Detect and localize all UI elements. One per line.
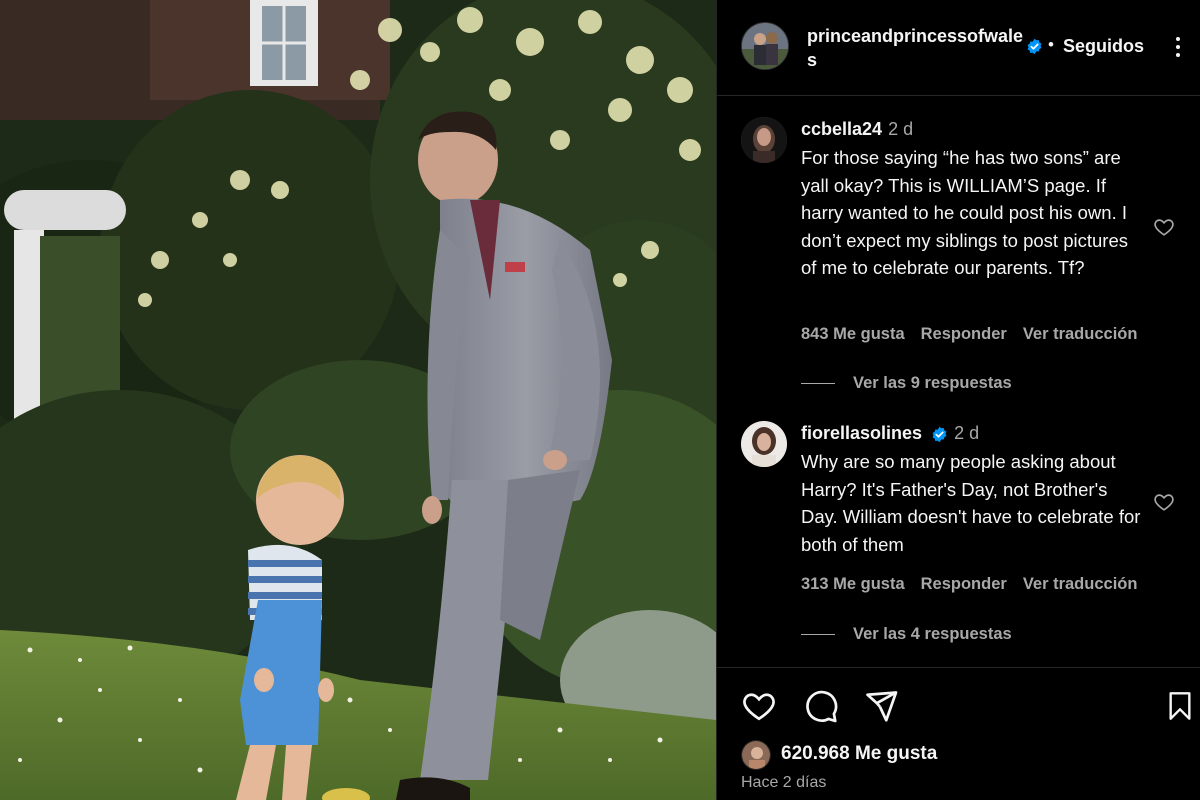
share-icon[interactable] — [863, 688, 899, 724]
comment-text: Why are so many people asking about Harr… — [801, 451, 1141, 555]
comment-heart-icon[interactable] — [1153, 491, 1175, 513]
account-username[interactable]: princeandprincessofwales — [807, 24, 1027, 72]
post-header: princeandprincessofwales • Seguidos — [717, 0, 1200, 96]
avatar-image — [742, 741, 770, 769]
comment-icon[interactable] — [803, 688, 839, 724]
verified-badge-icon — [932, 426, 947, 443]
more-options-icon[interactable] — [1163, 24, 1193, 70]
translate-button[interactable]: Ver traducción — [1023, 325, 1138, 343]
heart-icon[interactable] — [741, 688, 777, 724]
replies-line — [801, 383, 835, 385]
view-replies-label[interactable]: Ver las 9 respuestas — [853, 374, 1012, 392]
comment-heart-icon[interactable] — [1153, 216, 1175, 238]
post-timestamp[interactable]: Hace 2 días — [741, 774, 826, 792]
comment-actions: 843 Me gusta Responder Ver traducción — [801, 325, 1153, 344]
avatar-image — [741, 421, 787, 467]
reply-button[interactable]: Responder — [921, 575, 1007, 593]
post-footer: 620.968 Me gusta Hace 2 días — [717, 667, 1200, 800]
comments-list: ccbella24 2 d For those saying “he has tw… — [717, 97, 1200, 667]
bookmark-icon[interactable] — [1164, 688, 1196, 724]
liker-avatar[interactable] — [741, 740, 771, 770]
comment-username-text[interactable]: ccbella24 — [801, 119, 882, 139]
verified-badge-icon — [1027, 38, 1042, 55]
comment-username[interactable]: ccbella24 2 d — [801, 119, 913, 140]
view-replies-button[interactable]: Ver las 9 respuestas — [801, 374, 1012, 393]
comment-actions: 313 Me gusta Responder Ver traducción — [801, 575, 1153, 594]
comment-text: For those saying “he has two sons” are y… — [801, 147, 1128, 278]
avatar-image — [741, 117, 787, 163]
photo-illustration — [0, 0, 716, 800]
comment-time: 2 d — [888, 119, 914, 139]
commenter-avatar[interactable] — [741, 421, 787, 467]
following-button[interactable]: Seguidos — [1063, 36, 1144, 57]
post-photo — [0, 0, 716, 800]
post-side-panel: princeandprincessofwales • Seguidos ccbe… — [717, 0, 1200, 800]
comment-likes-count[interactable]: 843 Me gusta — [801, 325, 905, 343]
comment-time: 2 d — [954, 423, 980, 443]
translate-button[interactable]: Ver traducción — [1023, 575, 1138, 593]
follow-separator: • — [1048, 35, 1054, 54]
reply-button[interactable]: Responder — [921, 325, 1007, 343]
comment-likes-count[interactable]: 313 Me gusta — [801, 575, 905, 593]
account-avatar[interactable] — [741, 22, 789, 70]
post-likes-count[interactable]: 620.968 Me gusta — [781, 743, 937, 765]
commenter-avatar[interactable] — [741, 117, 787, 163]
view-replies-button[interactable]: Ver las 4 respuestas — [801, 625, 1012, 644]
comment-username[interactable]: fiorellasolines 2 d — [801, 423, 979, 444]
comment-username-text[interactable]: fiorellasolines — [801, 423, 922, 443]
replies-line — [801, 634, 835, 636]
view-replies-label[interactable]: Ver las 4 respuestas — [853, 625, 1012, 643]
avatar-image — [742, 23, 788, 69]
